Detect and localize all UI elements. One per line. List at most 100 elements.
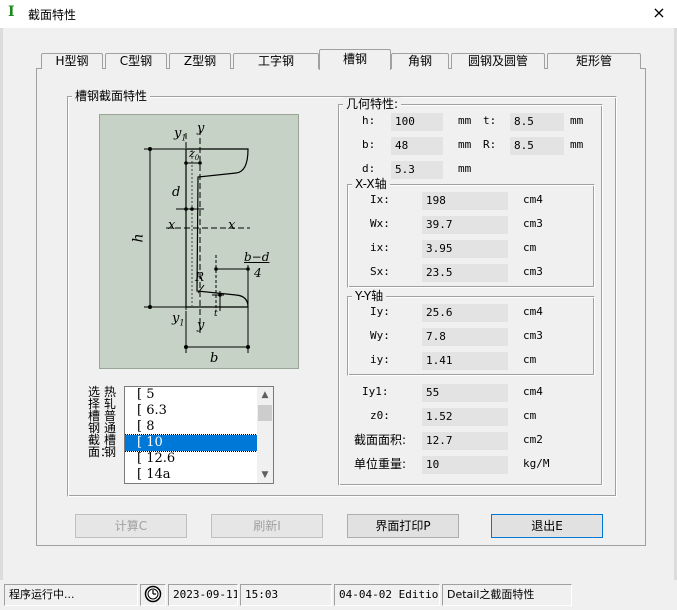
wx-unit: cm3: [523, 217, 543, 230]
list-item[interactable]: [ 14a: [125, 467, 273, 483]
label-four: 4: [254, 266, 262, 280]
title-bar: [0, 0, 677, 28]
wx-label: Wx:: [370, 217, 390, 230]
z0-unit: cm: [523, 409, 537, 422]
print-screen-button[interactable]: 界面打印P: [347, 514, 459, 538]
status-date: 2023-09-11: [168, 584, 238, 606]
ix-lower-field[interactable]: 3.95: [422, 240, 508, 258]
tab-angle[interactable]: 角钢: [391, 53, 449, 69]
selector-vertical-labels: 选择槽钢截面： 热轧普通槽钢: [88, 386, 118, 472]
z0-label: z0:: [370, 409, 390, 422]
b-unit: mm: [458, 138, 472, 151]
tab-z-steel[interactable]: Z型钢: [169, 53, 231, 69]
label-x-left: x: [168, 218, 176, 233]
scroll-down-icon[interactable]: ▼: [257, 467, 273, 483]
weight-field[interactable]: 10: [422, 456, 508, 474]
iy-lower-unit: cm: [523, 353, 537, 366]
tab-rect-tube[interactable]: 矩形管: [547, 53, 641, 69]
select-section-label: 选择槽钢截面：: [88, 385, 113, 459]
left-frame: [0, 28, 3, 580]
t-unit: mm: [570, 114, 584, 127]
list-item[interactable]: [ 8: [125, 419, 273, 435]
iy1-unit: cm4: [523, 385, 543, 398]
sx-label: Sx:: [370, 265, 390, 278]
area-label: 截面面积:: [354, 433, 407, 447]
ix-upper-field[interactable]: 198: [422, 192, 508, 210]
list-item[interactable]: [ 5: [125, 387, 273, 403]
ix-upper-unit: cm4: [523, 193, 543, 206]
ix-lower-unit: cm: [523, 241, 537, 254]
iy1-label: Iy1:: [362, 385, 389, 398]
sx-unit: cm3: [523, 265, 543, 278]
geometry-group-label: 几何特性:: [343, 97, 402, 111]
steel-type-label: 热轧普通槽钢: [104, 385, 117, 459]
d-unit: mm: [458, 162, 472, 175]
iy-upper-field[interactable]: 25.6: [422, 304, 508, 322]
exit-button[interactable]: 退出E: [491, 514, 603, 538]
label-b-minus-d: b−d: [244, 250, 270, 264]
label-y-bottom: y: [197, 318, 205, 333]
list-item-selected[interactable]: [ 10: [125, 434, 273, 452]
iy-lower-label: iy:: [370, 353, 390, 366]
iy-upper-label: Iy:: [370, 305, 390, 318]
r-field[interactable]: 8.5: [510, 137, 564, 155]
label-r: R: [195, 270, 205, 284]
close-button[interactable]: ×: [645, 2, 673, 24]
wy-unit: cm3: [523, 329, 543, 342]
status-time: 15:03: [240, 584, 332, 606]
section-listbox[interactable]: [ 5 [ 6.3 [ 8 [ 10 [ 12.6 [ 14a ▲ ▼: [124, 386, 274, 484]
tab-h-steel[interactable]: H型钢: [41, 53, 103, 69]
t-field[interactable]: 8.5: [510, 113, 564, 131]
iy-lower-field[interactable]: 1.41: [422, 352, 508, 370]
label-z0: z0: [189, 147, 200, 163]
xx-axis-label: X-X轴: [352, 177, 390, 191]
sx-field[interactable]: 23.5: [422, 264, 508, 282]
area-unit: cm2: [523, 433, 543, 446]
window-title: 截面特性: [28, 8, 77, 22]
tab-channel[interactable]: 槽钢: [319, 49, 391, 70]
ix-upper-label: Ix:: [370, 193, 390, 206]
label-y1-bottom: y1: [172, 311, 185, 328]
iy-upper-unit: cm4: [523, 305, 543, 318]
t-label: t:: [483, 114, 497, 127]
label-t: t: [214, 309, 218, 319]
label-d: d: [172, 185, 181, 200]
h-unit: mm: [458, 114, 472, 127]
scroll-up-icon[interactable]: ▲: [257, 387, 273, 403]
z0-field[interactable]: 1.52: [422, 408, 508, 426]
label-x-right: x: [228, 218, 236, 233]
refresh-button[interactable]: 刷新I: [211, 514, 323, 538]
clock-svg: [144, 585, 162, 603]
section-group-label: 槽钢截面特性: [72, 89, 151, 103]
wy-label: Wy:: [370, 329, 390, 342]
tab-c-steel[interactable]: C型钢: [105, 53, 167, 69]
listbox-scrollbar[interactable]: ▲ ▼: [257, 387, 273, 483]
list-item[interactable]: [ 12.6: [125, 451, 273, 467]
ix-lower-label: ix:: [370, 241, 390, 254]
area-field[interactable]: 12.7: [422, 432, 508, 450]
weight-label: 单位重量:: [354, 457, 407, 471]
wx-field[interactable]: 39.7: [422, 216, 508, 234]
label-y1-top: y1: [174, 126, 187, 143]
b-field[interactable]: 48: [391, 137, 443, 155]
scroll-thumb[interactable]: [258, 405, 272, 421]
channel-section-drawing: y1 y z0 d x x h R b−d 4 t y1 y b: [99, 114, 299, 369]
label-y-top: y: [197, 121, 205, 136]
list-item[interactable]: [ 6.3: [125, 403, 273, 419]
label-h: h: [130, 233, 147, 243]
d-label: d:: [362, 162, 376, 175]
tab-i-beam[interactable]: 工字钢: [233, 53, 319, 69]
h-field[interactable]: 100: [391, 113, 443, 131]
calculate-button[interactable]: 计算C: [75, 514, 187, 538]
yy-axis-label: Y-Y轴: [352, 289, 387, 303]
d-field[interactable]: 5.3: [391, 161, 443, 179]
status-edition: 04-04-02 Edition: [334, 584, 440, 606]
status-running: 程序运行中...: [4, 584, 138, 606]
clock-icon: [140, 584, 166, 606]
h-label: h:: [362, 114, 376, 127]
wy-field[interactable]: 7.8: [422, 328, 508, 346]
r-label: R:: [483, 138, 497, 151]
r-unit: mm: [570, 138, 584, 151]
tab-round-tube[interactable]: 圆钢及圆管: [451, 53, 545, 69]
iy1-field[interactable]: 55: [422, 384, 508, 402]
